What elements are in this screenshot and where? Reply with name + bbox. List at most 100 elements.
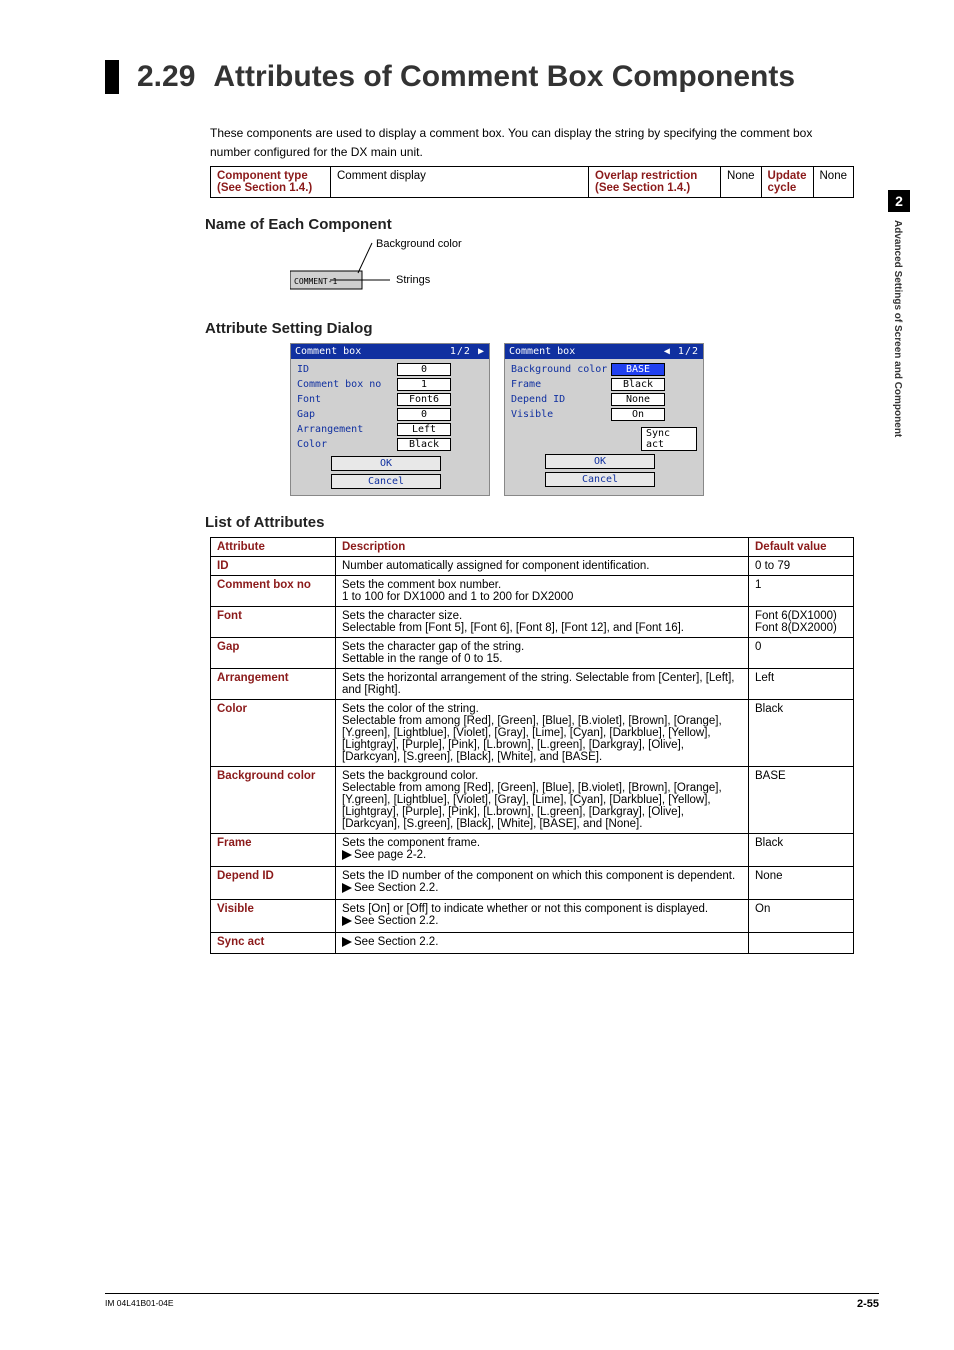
attribute-setting-dialog-heading: Attribute Setting Dialog [205, 320, 854, 337]
dialog-row: Background colorBASE [511, 363, 697, 376]
overlap-restriction-value: None [721, 167, 762, 198]
dialog2-cancel-button[interactable]: Cancel [545, 472, 655, 487]
dialog-field-value[interactable]: Left [397, 423, 451, 436]
table-row: Background colorSets the background colo… [211, 767, 854, 834]
section-heading: 2.29 Attributes of Comment Box Component… [105, 60, 874, 94]
attr-col-desc: Description [336, 538, 749, 557]
dialog-field-value[interactable]: BASE [611, 363, 665, 376]
bg-color-label: Background color [376, 239, 462, 250]
attr-name-cell: Font [211, 607, 336, 638]
attr-desc-cell: Sets the component frame.See page 2-2. [336, 834, 749, 867]
attr-desc-cell: Sets [On] or [Off] to indicate whether o… [336, 900, 749, 933]
desc-line: Sets the character gap of the string. [342, 641, 742, 653]
dialog1-ok-button[interactable]: OK [331, 456, 441, 471]
see-reference: See Section 2.2. [342, 936, 438, 948]
dialog-field-value[interactable]: Black [611, 378, 665, 391]
desc-line: Number automatically assigned for compon… [342, 560, 742, 572]
dialog2-title: Comment box [509, 346, 575, 357]
dialog-field-value[interactable]: Black [397, 438, 451, 451]
dialog-field-label: Gap [297, 409, 397, 420]
attr-name-cell: Frame [211, 834, 336, 867]
attr-desc-cell: Sets the character gap of the string.Set… [336, 638, 749, 669]
attr-col-default: Default value [749, 538, 854, 557]
update-cycle-label: Update cycle [761, 167, 813, 198]
table-row: ID Number automatically assigned for comp… [211, 557, 854, 576]
footer-doc-code: IM 04L41B01-04E [105, 1298, 174, 1310]
attr-default-cell: BASE [749, 767, 854, 834]
dialog-row: ID0 [297, 363, 483, 376]
dialog-field-value[interactable]: 1 [397, 378, 451, 391]
component-type-label: Component type [217, 170, 308, 182]
desc-line: Selectable from [Font 5], [Font 6], [Fon… [342, 622, 742, 634]
component-box-text: COMMENT-1 [294, 277, 338, 286]
attr-desc-cell: Number automatically assigned for compon… [336, 557, 749, 576]
dialog1-cancel-button[interactable]: Cancel [331, 474, 441, 489]
see-reference: See Section 2.2. [342, 882, 438, 894]
name-of-each-component-heading: Name of Each Component [205, 216, 854, 233]
table-row: GapSets the character gap of the string.… [211, 638, 854, 669]
dialog2-sync-act-button[interactable]: Sync act [641, 427, 697, 451]
dialog1-pager[interactable]: 1/2 ▶ [450, 346, 485, 357]
desc-line: Sets the background color. [342, 770, 742, 782]
dialog-field-value[interactable]: On [611, 408, 665, 421]
attr-desc-cell: Sets the character size.Selectable from … [336, 607, 749, 638]
table-row: ColorSets the color of the string.Select… [211, 700, 854, 767]
desc-line: Sets the component frame. [342, 837, 742, 849]
dialog-field-value[interactable]: Font6 [397, 393, 451, 406]
desc-line: Sets the horizontal arrangement of the s… [342, 672, 742, 696]
table-row: FrameSets the component frame.See page 2… [211, 834, 854, 867]
component-type-value: Comment display [331, 167, 589, 198]
dialog-row: VisibleOn [511, 408, 697, 421]
attributes-table: Attribute Description Default value ID Nu… [210, 537, 854, 954]
desc-line: Sets [On] or [Off] to indicate whether o… [342, 903, 742, 915]
table-row: ArrangementSets the horizontal arrangeme… [211, 669, 854, 700]
table-row: Sync actSee Section 2.2. [211, 933, 854, 954]
dialog2-ok-button[interactable]: OK [545, 454, 655, 469]
dialog-field-value[interactable]: None [611, 393, 665, 406]
attr-name-cell: Visible [211, 900, 336, 933]
component-diagram: Background color COMMENT-1 Strings [290, 239, 854, 302]
desc-line: Sets the color of the string. [342, 703, 742, 715]
attr-name-cell: Gap [211, 638, 336, 669]
update-cycle-value: None [813, 167, 854, 198]
attr-default-cell: Font 6(DX1000) Font 8(DX2000) [749, 607, 854, 638]
side-tab-text: Advanced Settings of Screen and Componen… [892, 220, 903, 437]
dialog-field-label: Comment box no [297, 379, 397, 390]
attr-default-cell: 0 to 79 [749, 557, 854, 576]
dialog-row: FrameBlack [511, 378, 697, 391]
dialog-row: Depend IDNone [511, 393, 697, 406]
attr-desc-cell: Sets the comment box number.1 to 100 for… [336, 576, 749, 607]
footer-page-number: 2-55 [857, 1298, 879, 1310]
dialog-field-label: Frame [511, 379, 611, 390]
heading-bar [105, 60, 119, 94]
dialog-row: Gap0 [297, 408, 483, 421]
desc-line: Sets the comment box number. [342, 579, 742, 591]
dialog-field-label: Visible [511, 409, 611, 420]
desc-line: Settable in the range of 0 to 15. [342, 653, 742, 665]
desc-line: Selectable from among [Red], [Green], [B… [342, 782, 742, 830]
dialog-field-label: Arrangement [297, 424, 397, 435]
dialog-field-label: Depend ID [511, 394, 611, 405]
dialog-row: Comment box 1/2 ▶ ID0Comment box no1Font… [290, 343, 854, 496]
attr-name-cell: Depend ID [211, 867, 336, 900]
see-reference: See page 2-2. [342, 849, 426, 861]
attr-default-cell: Black [749, 834, 854, 867]
dialog-row: FontFont6 [297, 393, 483, 406]
side-tab: 2 Advanced Settings of Screen and Compon… [884, 190, 914, 437]
dialog-field-value[interactable]: 0 [397, 408, 451, 421]
table-row: Depend IDSets the ID number of the compo… [211, 867, 854, 900]
attr-col-name: Attribute [211, 538, 336, 557]
dialog-field-label: ID [297, 364, 397, 375]
dialog2-pager[interactable]: ◀ 1/2 [664, 346, 699, 357]
table-row: Visible Sets [On] or [Off] to indicate wh… [211, 900, 854, 933]
attr-default-cell: 0 [749, 638, 854, 669]
dialog-field-value[interactable]: 0 [397, 363, 451, 376]
dialog-field-label: Color [297, 439, 397, 450]
page-footer: IM 04L41B01-04E 2-55 [105, 1293, 879, 1310]
overlap-restriction-see: (See Section 1.4.) [595, 182, 690, 194]
attr-name-cell: ID [211, 557, 336, 576]
component-info-table: Component type (See Section 1.4.) Commen… [210, 166, 854, 198]
intro-paragraph: These components are used to display a c… [210, 124, 854, 162]
heading-title: Attributes of Comment Box Components [213, 60, 795, 94]
attribute-dialog-2: Comment box ◀ 1/2 Background colorBASE Fr… [504, 343, 704, 496]
